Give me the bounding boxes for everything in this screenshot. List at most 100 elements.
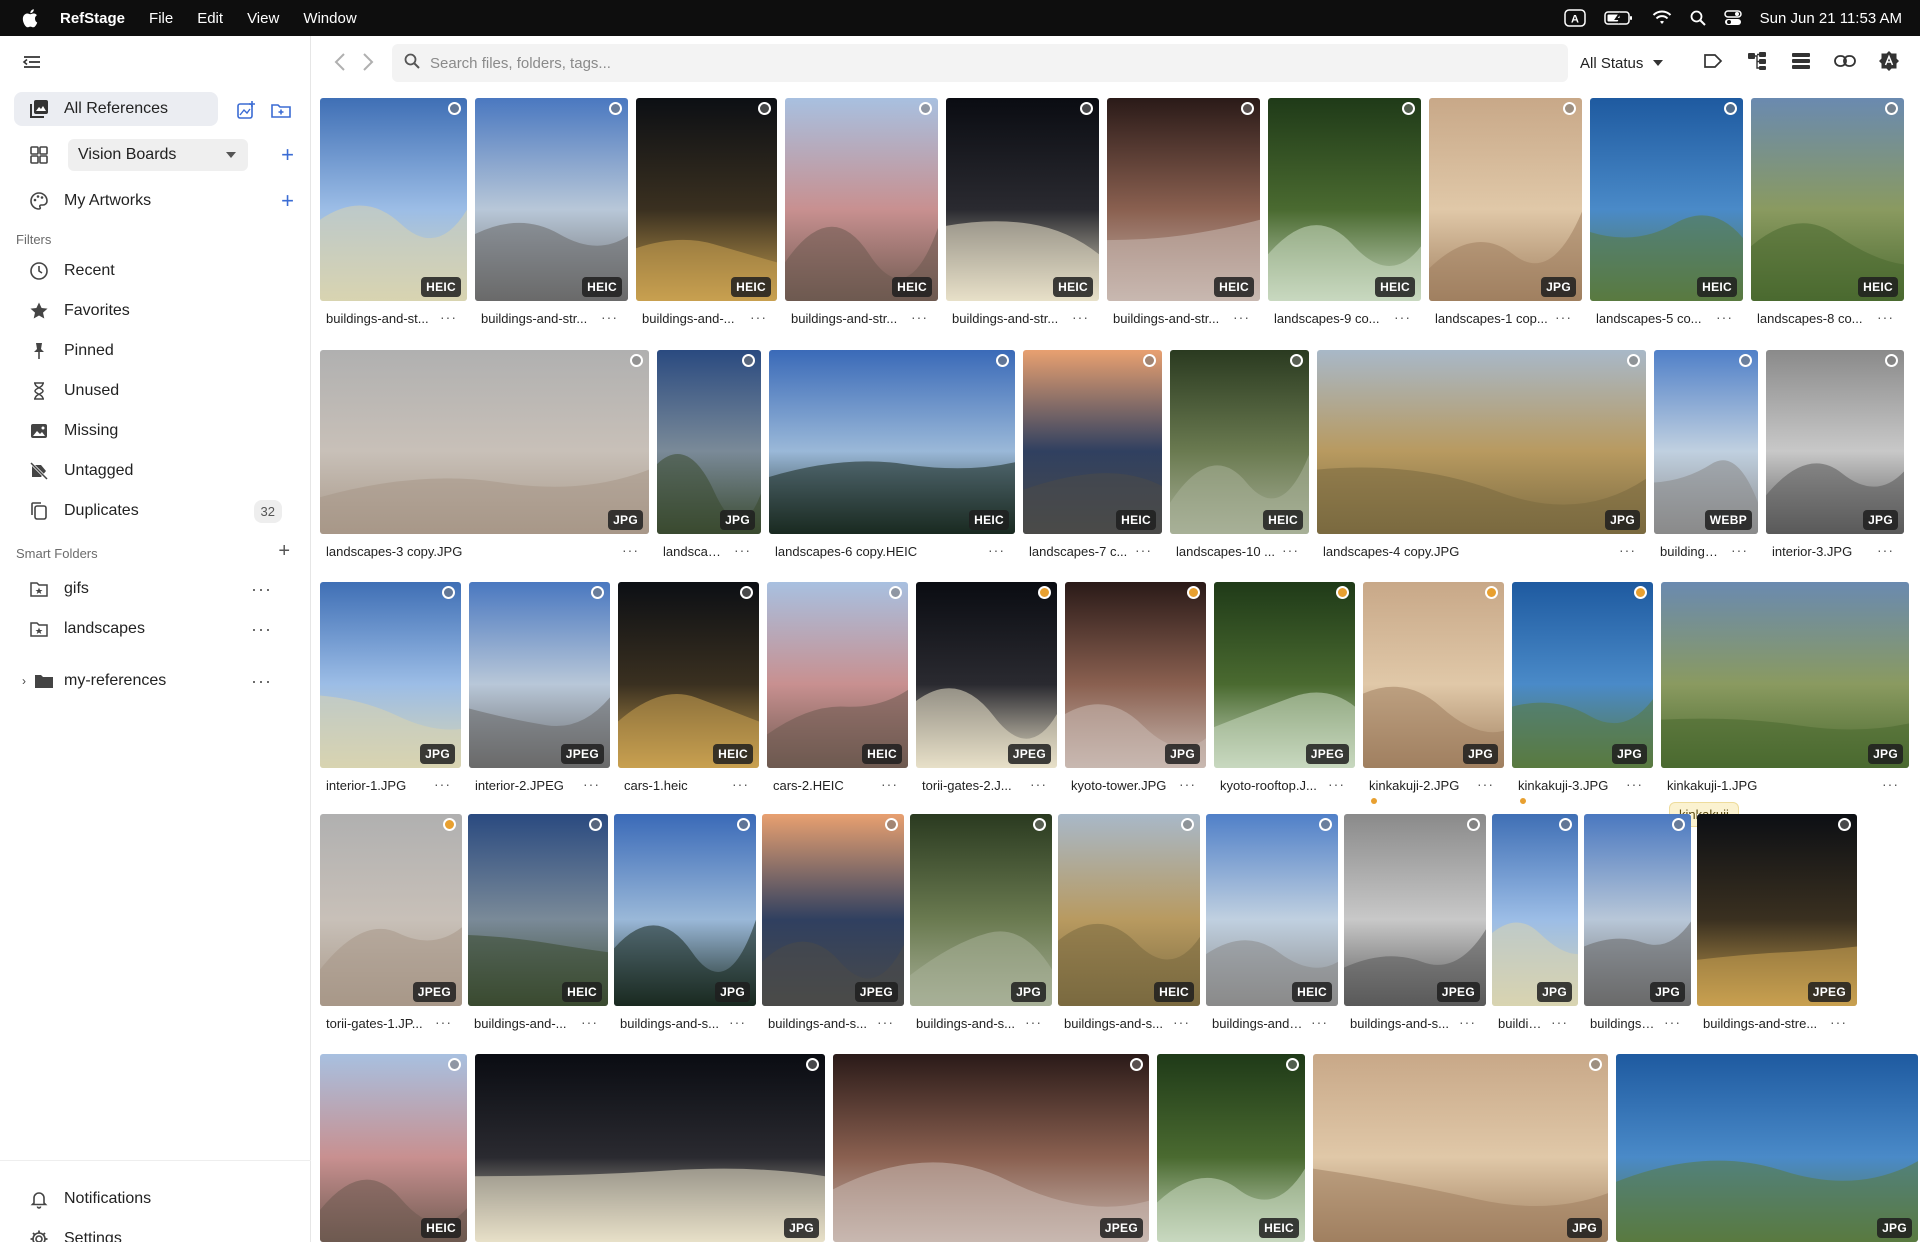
reference-thumbnail[interactable] <box>910 814 1052 1006</box>
more-options-icon[interactable]: ··· <box>1173 1014 1190 1030</box>
more-options-icon[interactable]: ··· <box>1025 1014 1042 1030</box>
select-checkbox[interactable] <box>1589 1058 1602 1071</box>
view-menu[interactable]: View <box>247 10 279 27</box>
more-options-icon[interactable]: ··· <box>581 1014 598 1030</box>
sidebar-item-notifications[interactable]: Notifications <box>14 1182 296 1216</box>
select-checkbox[interactable] <box>742 354 755 367</box>
more-options-icon[interactable]: ··· <box>1664 1014 1681 1030</box>
reference-card[interactable]: HEIC buildings-and-str... ··· <box>475 98 628 338</box>
smart-folder-gifs[interactable]: gifs ··· <box>14 572 296 606</box>
reference-card[interactable]: JPG kyoto-tower.JPG ··· <box>1065 582 1206 804</box>
select-checkbox[interactable] <box>996 354 1009 367</box>
select-checkbox[interactable] <box>1563 102 1576 115</box>
select-checkbox[interactable] <box>1130 1058 1143 1071</box>
control-center-icon[interactable] <box>1723 10 1742 26</box>
reference-card[interactable]: JPEG buildings-and-stre... ··· <box>1697 814 1857 1036</box>
reference-thumbnail[interactable] <box>1584 814 1691 1006</box>
select-checkbox[interactable] <box>1033 818 1046 831</box>
reference-card[interactable]: HEIC buildings-and-st... ··· <box>1206 814 1338 1036</box>
reference-card[interactable]: HEIC <box>320 1054 467 1242</box>
menubar-clock[interactable]: Sun Jun 21 11:53 AM <box>1760 10 1902 27</box>
reference-card[interactable]: JPEG interior-2.JPEG ··· <box>469 582 610 804</box>
reference-card[interactable]: JPG kinkakuji-2.JPG ··· <box>1363 582 1504 804</box>
more-options-icon[interactable]: ··· <box>1179 776 1196 792</box>
reference-card[interactable]: JPG buildings-a... ··· <box>1584 814 1691 1036</box>
more-options-icon[interactable]: ··· <box>877 1014 894 1030</box>
reference-card[interactable]: HEIC buildings-and-... ··· <box>636 98 777 338</box>
more-options-icon[interactable]: ··· <box>1626 776 1643 792</box>
select-checkbox[interactable] <box>1724 102 1737 115</box>
reference-thumbnail[interactable] <box>618 582 759 768</box>
more-options-icon[interactable]: ··· <box>1282 542 1299 558</box>
reference-thumbnail[interactable] <box>320 350 649 534</box>
status-filter-select[interactable]: All Status <box>1580 44 1664 82</box>
reference-thumbnail[interactable] <box>1065 582 1206 768</box>
reference-card[interactable]: HEIC buildings-and-s... ··· <box>1058 814 1200 1036</box>
reference-thumbnail[interactable] <box>1429 98 1582 301</box>
reference-card[interactable]: HEIC buildings-and-str... ··· <box>946 98 1099 338</box>
reference-thumbnail[interactable] <box>320 1054 467 1242</box>
select-checkbox[interactable] <box>885 818 898 831</box>
select-checkbox[interactable] <box>1143 354 1156 367</box>
select-checkbox[interactable] <box>1290 354 1303 367</box>
reference-thumbnail[interactable] <box>1654 350 1758 534</box>
reference-card[interactable]: HEIC buildings-and-st... ··· <box>320 98 467 338</box>
add-smart-folder-icon[interactable]: + <box>278 540 290 563</box>
more-options-icon[interactable]: ··· <box>1551 1014 1568 1030</box>
more-options-icon[interactable]: ··· <box>583 776 600 792</box>
add-vision-board-icon[interactable]: + <box>281 144 294 166</box>
smart-folder-landscapes[interactable]: landscapes ··· <box>14 612 296 646</box>
reference-thumbnail[interactable] <box>1214 582 1355 768</box>
battery-icon[interactable] <box>1603 10 1634 26</box>
reference-card[interactable]: JPEG kyoto-rooftop.J... ··· <box>1214 582 1355 804</box>
more-options-icon[interactable]: ··· <box>729 1014 746 1030</box>
add-image-icon[interactable] <box>236 100 256 125</box>
more-options-icon[interactable]: ··· <box>1328 776 1345 792</box>
more-options-icon[interactable]: ··· <box>732 776 749 792</box>
apple-logo-icon[interactable] <box>22 8 42 28</box>
reference-card[interactable]: JPEG torii-gates-1.JP... ··· <box>320 814 462 1036</box>
select-checkbox[interactable] <box>442 586 455 599</box>
reference-card[interactable]: JPEG torii-gates-2.J... ··· <box>916 582 1057 804</box>
reference-thumbnail[interactable] <box>785 98 938 301</box>
add-folder-icon[interactable] <box>270 100 292 125</box>
reference-thumbnail[interactable] <box>1363 582 1504 768</box>
select-checkbox[interactable] <box>443 818 456 831</box>
reference-thumbnail[interactable] <box>1512 582 1653 768</box>
reference-thumbnail[interactable] <box>1661 582 1909 768</box>
more-options-icon[interactable]: ··· <box>1877 309 1894 325</box>
more-options-icon[interactable]: ··· <box>251 671 272 692</box>
search-input[interactable] <box>430 54 1530 72</box>
select-checkbox[interactable] <box>1336 586 1349 599</box>
reference-thumbnail[interactable] <box>1206 814 1338 1006</box>
sidebar-item-pinned[interactable]: Pinned <box>14 334 296 368</box>
select-checkbox[interactable] <box>1672 818 1685 831</box>
reference-thumbnail[interactable] <box>1697 814 1857 1006</box>
reference-card[interactable]: JPG interior-1.JPG ··· <box>320 582 461 804</box>
reference-thumbnail[interactable] <box>1170 350 1309 534</box>
sidebar-item-missing[interactable]: Missing <box>14 414 296 448</box>
select-checkbox[interactable] <box>737 818 750 831</box>
more-options-icon[interactable]: ··· <box>1030 776 1047 792</box>
reference-thumbnail[interactable] <box>1590 98 1743 301</box>
select-checkbox[interactable] <box>1080 102 1093 115</box>
reference-thumbnail[interactable] <box>916 582 1057 768</box>
select-checkbox[interactable] <box>1559 818 1572 831</box>
reference-card[interactable]: JPEG buildings-and-s... ··· <box>762 814 904 1036</box>
select-checkbox[interactable] <box>1885 354 1898 367</box>
more-options-icon[interactable]: ··· <box>734 542 751 558</box>
link-icon[interactable] <box>1834 50 1856 72</box>
select-checkbox[interactable] <box>889 586 902 599</box>
select-checkbox[interactable] <box>1241 102 1254 115</box>
reference-card[interactable]: JPG landscapes-1 cop... ··· <box>1429 98 1582 338</box>
select-checkbox[interactable] <box>1181 818 1194 831</box>
more-options-icon[interactable]: ··· <box>1311 1014 1328 1030</box>
select-checkbox[interactable] <box>589 818 602 831</box>
reference-thumbnail[interactable] <box>769 350 1015 534</box>
reference-thumbnail[interactable] <box>1058 814 1200 1006</box>
select-checkbox[interactable] <box>591 586 604 599</box>
sidebar-item-recent[interactable]: Recent <box>14 254 296 288</box>
reference-card[interactable]: JPG landscapes-4 copy.JPG ··· <box>1317 350 1646 572</box>
add-artwork-icon[interactable]: + <box>281 190 294 212</box>
reference-thumbnail[interactable] <box>1268 98 1421 301</box>
